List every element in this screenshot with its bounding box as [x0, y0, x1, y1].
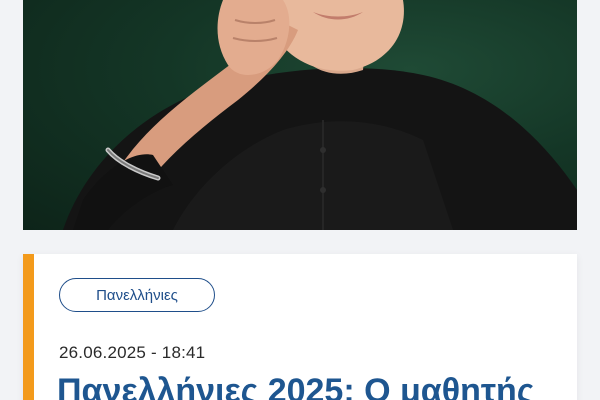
article-card[interactable]: Πανελλήνιες 26.06.2025 - 18:41 Πανελλήνι… [23, 254, 577, 400]
article-date: 26.06.2025 - 18:41 [59, 343, 206, 362]
student-portrait-photo [63, 0, 577, 230]
article-headline[interactable]: Πανελλήνιες 2025: Ο μαθητής [57, 372, 534, 400]
category-tag-label: Πανελλήνιες [96, 286, 178, 304]
article-page: Πανελλήνιες 26.06.2025 - 18:41 Πανελλήνι… [0, 0, 600, 400]
card-accent-bar [23, 254, 34, 400]
category-tag-button[interactable]: Πανελλήνιες [59, 278, 215, 312]
article-hero-image[interactable] [23, 0, 577, 230]
